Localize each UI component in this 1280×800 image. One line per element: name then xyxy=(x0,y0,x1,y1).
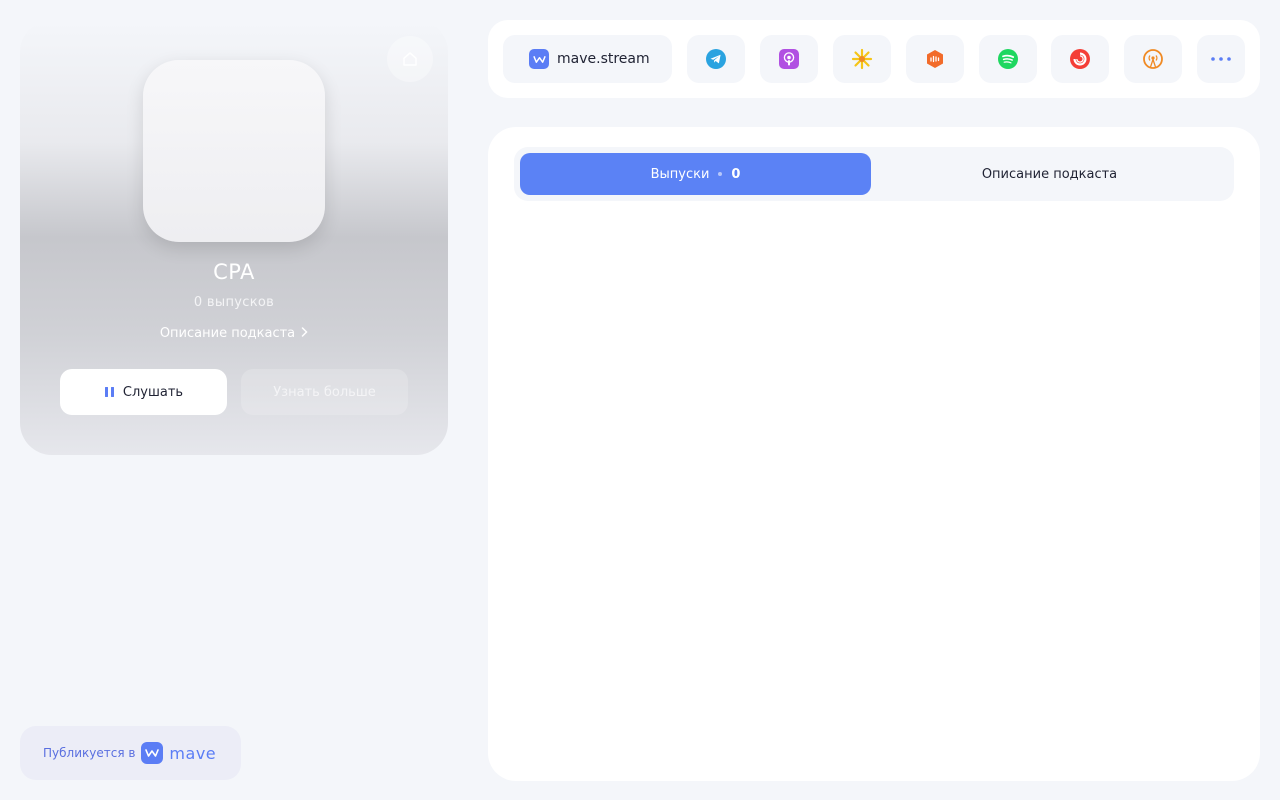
yandex-music-icon xyxy=(851,48,873,70)
tab-episodes[interactable]: Выпуски 0 xyxy=(520,153,871,195)
platform-yandex-music-button[interactable] xyxy=(833,35,891,83)
platform-more-button[interactable] xyxy=(1197,35,1245,83)
published-label: Публикуется в xyxy=(43,746,136,760)
platform-bar: mave.stream xyxy=(488,20,1260,98)
platform-soundstream-button[interactable] xyxy=(906,35,964,83)
published-on-mave-badge[interactable]: Публикуется в mave xyxy=(20,726,241,780)
podcast-description-link-label: Описание подкаста xyxy=(159,326,296,341)
spotify-icon xyxy=(998,49,1018,69)
home-button[interactable] xyxy=(387,36,433,82)
platform-mave-stream-button[interactable]: mave.stream xyxy=(503,35,672,83)
podcast-card: CPA 0 выпусков Описание подкаста Слушать… xyxy=(20,20,448,455)
podcast-description-link[interactable]: Описание подкаста xyxy=(20,326,448,341)
separator-dot xyxy=(718,172,723,176)
platform-mave-stream-label: mave.stream xyxy=(557,51,650,67)
mave-wordmark: mave xyxy=(169,743,217,763)
platform-apple-podcasts-button[interactable] xyxy=(760,35,818,83)
tab-podcast-description[interactable]: Описание подкаста xyxy=(871,153,1228,195)
podcast-title: CPA xyxy=(213,260,255,284)
pocket-casts-icon xyxy=(1070,49,1090,69)
pause-icon xyxy=(104,387,114,397)
apple-podcasts-icon xyxy=(779,49,799,69)
chevron-right-icon xyxy=(301,326,308,341)
listen-button[interactable]: Слушать xyxy=(60,369,227,415)
tab-episodes-label: Выпуски xyxy=(650,166,710,182)
telegram-icon xyxy=(706,49,726,69)
tab-episodes-count: 0 xyxy=(731,166,741,182)
platform-spotify-button[interactable] xyxy=(979,35,1037,83)
listen-button-label: Слушать xyxy=(122,384,184,400)
platform-telegram-button[interactable] xyxy=(687,35,745,83)
podcast-cover xyxy=(143,60,325,242)
overcast-icon xyxy=(1143,49,1163,69)
tabs: Выпуски 0 Описание подкаста xyxy=(514,147,1234,201)
platform-pocket-casts-button[interactable] xyxy=(1051,35,1109,83)
soundstream-icon xyxy=(927,50,943,68)
episode-count: 0 выпусков xyxy=(193,295,275,310)
mave-stream-icon xyxy=(529,49,549,69)
more-icon xyxy=(1211,57,1231,61)
mave-logo-icon xyxy=(141,742,164,764)
home-icon xyxy=(403,52,417,66)
platform-overcast-button[interactable] xyxy=(1124,35,1182,83)
content-panel: Выпуски 0 Описание подкаста xyxy=(488,127,1260,781)
learn-more-button[interactable]: Узнать больше xyxy=(241,369,408,415)
